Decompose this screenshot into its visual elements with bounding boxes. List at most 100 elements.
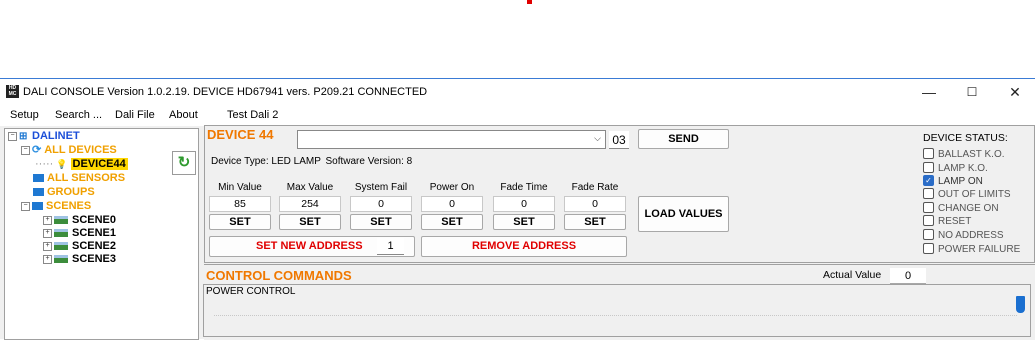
- power-control-label: POWER CONTROL: [206, 286, 296, 297]
- checkbox-icon: [923, 148, 934, 159]
- actual-value-field: 0: [890, 268, 926, 284]
- device-type-label: Device Type:: [211, 156, 269, 167]
- checkbox-icon: [923, 188, 934, 199]
- red-marker: [527, 0, 532, 4]
- checkbox-icon: [923, 243, 934, 254]
- tree-label-groups: GROUPS: [47, 186, 95, 198]
- close-button[interactable]: ✕: [993, 79, 1035, 106]
- tree-label-all-devices: ALL DEVICES: [44, 144, 117, 156]
- tree-node-all-sensors[interactable]: ALL SENSORS: [33, 172, 125, 185]
- tree-label-scenes: SCENES: [46, 200, 92, 212]
- param-input-fade-rate[interactable]: 0: [564, 196, 626, 212]
- set-button-system-fail[interactable]: SET: [350, 214, 412, 230]
- menu-dali-file[interactable]: Dali File: [115, 109, 155, 121]
- status-label: LAMP K.O.: [938, 163, 988, 175]
- tree-node-scene0[interactable]: + SCENE0: [43, 214, 116, 227]
- tree-node-scenes[interactable]: − SCENES: [21, 200, 91, 213]
- device-tree[interactable]: − ⊞ DALINET − ⟳ ALL DEVICES ····· 💡 DEVICE44 A…: [4, 128, 199, 340]
- expand-icon[interactable]: +: [43, 241, 52, 251]
- set-button-power-on[interactable]: SET: [421, 214, 483, 230]
- remove-address-button[interactable]: REMOVE ADDRESS: [421, 236, 627, 257]
- folder-icon: [33, 174, 44, 183]
- status-label: RESET: [938, 216, 972, 228]
- scene-icon: [54, 216, 68, 225]
- expand-icon[interactable]: +: [43, 215, 52, 225]
- refresh-button[interactable]: ↻: [172, 151, 196, 175]
- maximize-button[interactable]: ☐: [950, 79, 994, 106]
- status-lamp-ko: LAMP K.O.: [923, 162, 988, 175]
- tree-label-all-sensors: ALL SENSORS: [47, 172, 126, 184]
- checkbox-icon: [923, 162, 934, 173]
- minimize-button[interactable]: —: [907, 79, 951, 106]
- tree-label-device44: DEVICE44: [70, 158, 128, 170]
- expand-icon[interactable]: +: [43, 228, 52, 238]
- window-title: DALI CONSOLE Version 1.0.2.19. DEVICE HD…: [23, 86, 428, 98]
- device-title: DEVICE 44: [207, 127, 274, 142]
- device-number: 03: [609, 131, 629, 149]
- send-button[interactable]: SEND: [638, 129, 729, 149]
- param-input-min-value[interactable]: 85: [209, 196, 271, 212]
- param-label-power-on: Power On: [429, 182, 475, 193]
- set-new-address-label: SET NEW ADDRESS: [256, 240, 363, 252]
- tree-label-scene3: SCENE3: [72, 253, 117, 265]
- status-label: LAMP ON: [938, 176, 983, 188]
- refresh-circle-icon: ⟳: [32, 144, 42, 156]
- param-label-system-fail: System Fail: [354, 182, 408, 193]
- checkbox-checked-icon: ✓: [923, 175, 934, 186]
- lamp-icon: 💡: [56, 159, 68, 169]
- set-button-min-value[interactable]: SET: [209, 214, 271, 230]
- tree-label-dalinet: DALINET: [32, 130, 80, 142]
- tree-label-scene1: SCENE1: [72, 227, 117, 239]
- device-select[interactable]: ⌵: [297, 130, 606, 149]
- tree-node-dalinet[interactable]: − ⊞ DALINET: [8, 130, 80, 143]
- tree-node-scene1[interactable]: + SCENE1: [43, 227, 116, 240]
- scene-icon: [54, 229, 68, 238]
- status-power-failure: POWER FAILURE: [923, 243, 1021, 256]
- load-values-button[interactable]: LOAD VALUES: [638, 196, 729, 232]
- power-slider-track[interactable]: [214, 315, 1017, 316]
- collapse-icon[interactable]: −: [8, 131, 17, 141]
- tree-node-scene3[interactable]: + SCENE3: [43, 253, 116, 266]
- status-lamp-on: ✓ LAMP ON: [923, 175, 983, 188]
- checkbox-icon: [923, 202, 934, 213]
- status-change-on: CHANGE ON: [923, 202, 999, 215]
- status-label: OUT OF LIMITS: [938, 189, 1011, 201]
- control-commands-title: CONTROL COMMANDS: [206, 268, 352, 283]
- device-status-title: DEVICE STATUS:: [923, 132, 1008, 144]
- status-label: POWER FAILURE: [938, 244, 1021, 256]
- actual-value-label: Actual Value: [823, 269, 882, 281]
- software-version-label: Software Version:: [325, 156, 404, 167]
- device-type-value: LED LAMP: [271, 156, 321, 167]
- status-no-address: NO ADDRESS: [923, 229, 1004, 242]
- menu-about[interactable]: About: [169, 109, 198, 121]
- title-bar: HD MC DALI CONSOLE Version 1.0.2.19. DEVI…: [0, 79, 1035, 106]
- set-button-max-value[interactable]: SET: [279, 214, 341, 230]
- tree-node-device44[interactable]: ····· 💡 DEVICE44: [35, 158, 128, 171]
- checkbox-icon: [923, 229, 934, 240]
- tree-node-scene2[interactable]: + SCENE2: [43, 240, 116, 253]
- tree-node-groups[interactable]: GROUPS: [33, 186, 95, 199]
- set-button-fade-time[interactable]: SET: [493, 214, 555, 230]
- param-input-fade-time[interactable]: 0: [493, 196, 555, 212]
- collapse-icon[interactable]: −: [21, 201, 30, 211]
- expand-icon[interactable]: +: [43, 254, 52, 264]
- tree-node-all-devices[interactable]: − ⟳ ALL DEVICES: [21, 144, 117, 157]
- chevron-down-icon[interactable]: ⌵: [594, 133, 601, 144]
- menu-setup[interactable]: Setup: [10, 109, 39, 121]
- param-input-power-on[interactable]: 0: [421, 196, 483, 212]
- new-address-input[interactable]: 1: [377, 238, 404, 255]
- menu-test-dali-2[interactable]: Test Dali 2: [227, 109, 278, 121]
- status-label: BALLAST K.O.: [938, 149, 1005, 161]
- power-slider-thumb[interactable]: [1016, 296, 1025, 313]
- app-window: HD MC DALI CONSOLE Version 1.0.2.19. DEVI…: [0, 78, 1035, 340]
- param-input-max-value[interactable]: 254: [279, 196, 341, 212]
- param-input-system-fail[interactable]: 0: [350, 196, 412, 212]
- tree-label-scene2: SCENE2: [72, 240, 117, 252]
- param-label-fade-time: Fade Time: [500, 182, 548, 193]
- tree-label-scene0: SCENE0: [72, 214, 117, 226]
- collapse-icon[interactable]: −: [21, 145, 30, 155]
- set-button-fade-rate[interactable]: SET: [564, 214, 626, 230]
- control-commands-panel: CONTROL COMMANDS Actual Value 0 POWER CO…: [203, 264, 1035, 340]
- menu-search[interactable]: Search ...: [55, 109, 102, 121]
- status-reset: RESET: [923, 215, 972, 228]
